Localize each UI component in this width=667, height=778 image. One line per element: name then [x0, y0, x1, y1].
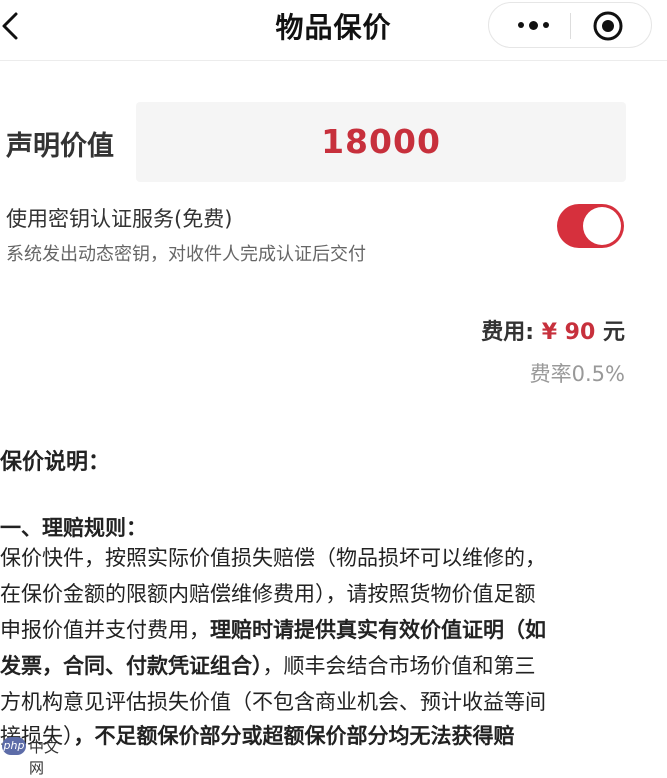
key-auth-toggle[interactable]: [557, 204, 624, 248]
declared-value[interactable]: 18000: [136, 122, 626, 161]
notes-bold-text: 发票，合同、付款凭证组合）: [0, 654, 263, 678]
capsule-divider: [570, 13, 571, 39]
insurance-notes-title: 保价说明：: [0, 450, 111, 475]
more-icon[interactable]: [511, 3, 555, 47]
key-auth-service-title: 使用密钥认证服务(免费): [6, 207, 233, 231]
fee-unit: 元: [602, 320, 625, 345]
declared-value-label: 声明价值: [6, 131, 114, 162]
notes-bold-text: ，不足额保价部分或超额保价部分均无法获得赔: [73, 724, 515, 748]
mini-program-capsule: [488, 2, 652, 48]
notes-line: 方机构意见评估损失价值（不包含商业机会、预计收益等间: [0, 690, 546, 714]
navigation-bar: 物品保价: [0, 0, 667, 61]
notes-bold-text: 理赔时请提供真实有效价值证明（如: [210, 618, 546, 642]
fee-label: 费用:: [481, 320, 535, 345]
watermark: php 中文网: [2, 736, 64, 777]
target-icon[interactable]: [592, 10, 624, 42]
key-auth-service-desc: 系统发出动态密钥，对收件人完成认证后交付: [6, 244, 366, 265]
notes-line: 保价快件，按照实际价值损失赔偿（物品损坏可以维修的，: [0, 546, 546, 570]
fee-rate: 费率0.5%: [529, 362, 625, 386]
fee-line: 费用: ¥ 90 元: [481, 314, 625, 346]
claim-rules-title: 一、理赔规则：: [0, 516, 147, 540]
notes-line: 申报价值并支付费用，理赔时请提供真实有效价值证明（如: [0, 614, 546, 644]
declared-value-input[interactable]: 18000: [136, 102, 626, 182]
notes-line: 接损失），不足额保价部分或超额保价部分均无法获得赔: [0, 720, 515, 750]
php-logo: php: [2, 737, 26, 755]
notes-text: 申报价值并支付费用，: [0, 618, 210, 642]
notes-text: ，顺丰会结合市场价值和第三: [262, 654, 536, 678]
notes-line: 在保价金额的限额内赔偿维修费用），请按照货物价值足额: [0, 582, 536, 606]
toggle-knob: [583, 207, 621, 245]
notes-line: 发票，合同、付款凭证组合），顺丰会结合市场价值和第三: [0, 650, 536, 680]
fee-amount: ¥ 90: [541, 320, 596, 345]
watermark-text: 中文网: [29, 738, 60, 777]
